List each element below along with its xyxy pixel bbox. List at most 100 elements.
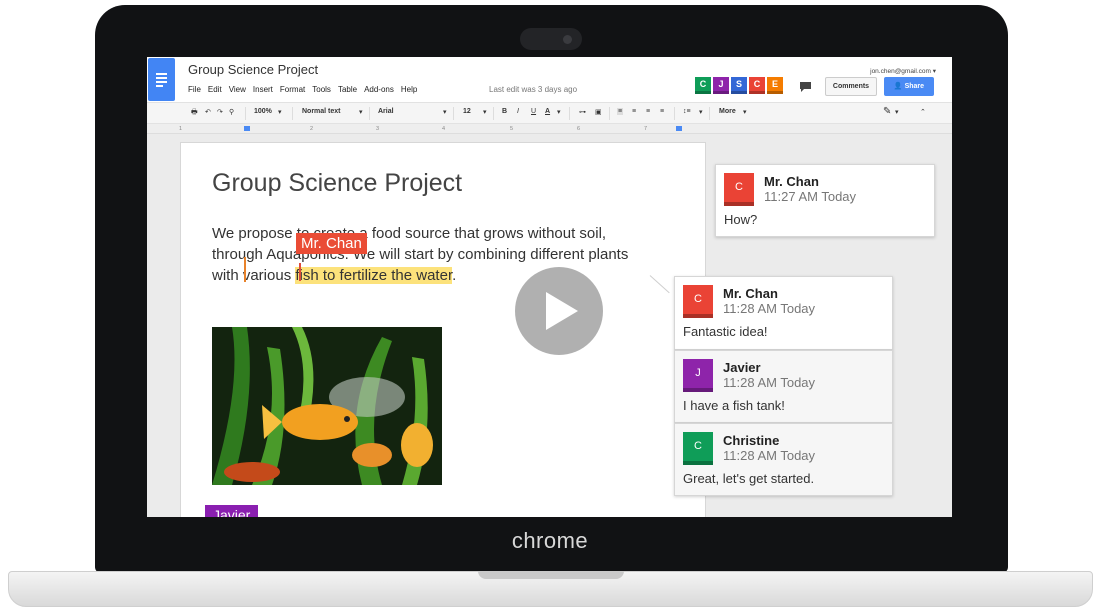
chevron-down-icon: ▾	[557, 109, 561, 116]
menu-bar: File Edit View Insert Format Tools Table…	[188, 85, 417, 94]
commenter-name: Mr. Chan	[764, 174, 819, 189]
indent-marker-icon[interactable]	[244, 126, 250, 131]
ruler[interactable]: 1 2 3 4 5 6 7	[147, 124, 952, 134]
collaborator-avatar[interactable]: E	[767, 77, 783, 94]
collapse-icon[interactable]: ⌃	[920, 108, 926, 116]
comment-time: 11:28 AM Today	[723, 448, 816, 463]
comment-text: I have a fish tank!	[683, 398, 785, 413]
body-paragraph[interactable]: We propose to create a food source that …	[212, 223, 692, 286]
menu-addons[interactable]: Add-ons	[364, 85, 394, 94]
commenter-avatar: C	[683, 432, 713, 465]
commenter-name: Mr. Chan	[723, 286, 778, 301]
page-heading[interactable]: Group Science Project	[212, 169, 462, 198]
highlighted-text[interactable]: fish to fertilize the water	[295, 267, 453, 284]
chevron-down-icon: ▾	[699, 109, 703, 116]
ruler-tick: 3	[376, 126, 380, 132]
menu-tools[interactable]: Tools	[312, 85, 331, 94]
collaborator-avatar[interactable]: C	[695, 77, 711, 94]
ruler-tick: 7	[644, 126, 648, 132]
chevron-down-icon: ▾	[743, 109, 747, 116]
collaborator-avatars: C J S C E	[695, 77, 783, 94]
redo-icon[interactable]: ↷	[217, 108, 223, 116]
comment-text: How?	[724, 212, 758, 227]
font-select[interactable]: Arial	[378, 108, 394, 115]
align-right-icon[interactable]: ≡	[646, 108, 650, 115]
aquarium-image[interactable]	[212, 327, 442, 485]
more-button[interactable]: More	[719, 108, 736, 115]
ruler-tick: 5	[510, 126, 514, 132]
collaborator-avatar[interactable]: J	[713, 77, 729, 94]
menu-insert[interactable]: Insert	[253, 85, 273, 94]
share-button[interactable]: 👤 Share	[884, 77, 934, 96]
paint-format-icon[interactable]: ⚲	[229, 108, 234, 116]
last-edit-status[interactable]: Last edit was 3 days ago	[489, 85, 577, 94]
play-button[interactable]	[515, 267, 603, 355]
collaborator-avatar[interactable]: C	[749, 77, 765, 94]
style-select[interactable]: Normal text	[302, 108, 341, 115]
menu-table[interactable]: Table	[338, 85, 357, 94]
document-title[interactable]: Group Science Project	[188, 62, 318, 77]
comment-time: 11:27 AM Today	[764, 189, 857, 204]
webcam-housing	[520, 28, 582, 50]
document-page[interactable]: Group Science Project We propose to crea…	[180, 142, 706, 517]
account-email[interactable]: jon.chen@gmail.com ▾	[870, 67, 936, 75]
font-size-select[interactable]: 12	[463, 108, 471, 115]
laptop-hinge	[478, 571, 624, 579]
align-justify-icon[interactable]: ≡	[660, 108, 664, 115]
comment-card[interactable]: C Mr. Chan 11:27 AM Today How?	[715, 164, 935, 237]
bold-icon[interactable]: B	[502, 108, 507, 115]
ruler-tick: 6	[577, 126, 581, 132]
comment-text: Fantastic idea!	[683, 324, 768, 339]
laptop-screen: Group Science Project File Edit View Ins…	[147, 57, 952, 517]
collaborator-cursor	[299, 263, 301, 281]
webcam-icon	[563, 35, 572, 44]
share-label: Share	[904, 83, 925, 90]
menu-edit[interactable]: Edit	[208, 85, 222, 94]
align-center-icon[interactable]: ≡	[632, 108, 636, 115]
comment-time: 11:28 AM Today	[723, 375, 816, 390]
chevron-down-icon: ▾	[359, 109, 363, 116]
menu-file[interactable]: File	[188, 85, 201, 94]
right-indent-marker-icon[interactable]	[676, 126, 682, 131]
paragraph-text: .	[452, 267, 457, 284]
undo-icon[interactable]: ↶	[205, 108, 211, 116]
commenter-name: Christine	[723, 433, 780, 448]
docs-home-icon[interactable]	[148, 58, 175, 101]
paragraph-text: with various	[212, 267, 296, 284]
print-icon[interactable]: 🖶	[191, 108, 198, 119]
italic-icon[interactable]: I	[517, 108, 519, 115]
collaborator-cursor	[244, 257, 246, 282]
chevron-down-icon: ▾	[895, 109, 899, 116]
menu-help[interactable]: Help	[401, 85, 417, 94]
comment-card[interactable]: C Mr. Chan 11:28 AM Today Fantastic idea…	[674, 276, 893, 350]
menu-view[interactable]: View	[229, 85, 246, 94]
ruler-tick: 4	[442, 126, 446, 132]
comment-icon[interactable]: ▣	[595, 108, 602, 116]
align-left-icon[interactable]: ≡	[617, 108, 624, 115]
underline-icon[interactable]: U	[531, 108, 536, 115]
ruler-tick: 1	[179, 126, 183, 132]
paragraph-line: through Aquaponics. We will start by com…	[212, 246, 629, 263]
comment-reply[interactable]: J Javier 11:28 AM Today I have a fish ta…	[674, 350, 893, 423]
comments-button[interactable]: Comments	[825, 77, 877, 96]
pencil-icon[interactable]: ✎	[883, 106, 891, 117]
link-icon[interactable]: ⊶	[579, 108, 586, 116]
cursor-name-tag: Javier	[205, 505, 259, 517]
collaborator-avatar[interactable]: S	[731, 77, 747, 94]
play-icon	[546, 292, 578, 330]
comment-text: Great, let's get started.	[683, 471, 815, 486]
chevron-down-icon: ▾	[278, 109, 282, 116]
ruler-tick: 2	[310, 126, 314, 132]
line-spacing-icon[interactable]: ↕≡	[683, 108, 691, 115]
zoom-select[interactable]: 100%	[254, 108, 272, 115]
chevron-down-icon: ▾	[483, 109, 487, 116]
chrome-logo: chrome	[511, 528, 589, 553]
comment-time: 11:28 AM Today	[723, 301, 816, 316]
comment-reply[interactable]: C Christine 11:28 AM Today Great, let's …	[674, 423, 893, 496]
chat-icon[interactable]	[797, 79, 813, 95]
text-color-icon[interactable]: A	[545, 108, 550, 115]
commenter-avatar: C	[724, 173, 754, 206]
commenter-avatar: C	[683, 285, 713, 318]
commenter-avatar: J	[683, 359, 713, 392]
menu-format[interactable]: Format	[280, 85, 305, 94]
